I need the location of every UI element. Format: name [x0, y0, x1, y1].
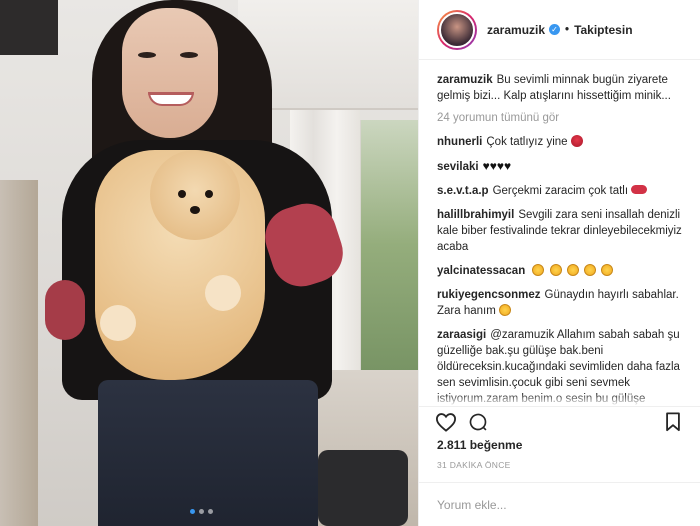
list-item: halillbrahimyil Sevgili zara seni insalla… [437, 207, 682, 255]
side-panel: zaramuzik ✓ • Takiptesin zaramuzik Bu sev… [418, 0, 700, 526]
view-all-comments[interactable]: 24 yorumun tümünü gör [437, 112, 682, 124]
dog-paw [205, 275, 241, 311]
caption-username[interactable]: zaramuzik [437, 74, 493, 86]
comment-username[interactable]: s.e.v.t.a.p [437, 185, 489, 197]
comments-list[interactable]: zaramuzik Bu sevimli minnak bugün ziyaret… [419, 60, 700, 406]
eye-left [138, 52, 156, 58]
window [358, 120, 418, 370]
comment-username[interactable]: sevilaki [437, 161, 479, 173]
lips-icon [631, 185, 648, 194]
add-comment-bar [419, 482, 700, 526]
heart-icon [435, 412, 457, 432]
smile [148, 92, 194, 106]
wink-emoji-icon [499, 304, 512, 316]
follow-status[interactable]: Takiptesin [574, 23, 632, 37]
header-username[interactable]: zaramuzik [487, 23, 545, 37]
list-item: rukiyegencsonmez Günaydın hayırlı sabahla… [437, 287, 682, 319]
comment-username[interactable]: rukiyegencsonmez [437, 289, 541, 301]
likes-count[interactable]: 2.811 beğenme [437, 438, 522, 452]
list-item: sevilaki ♥♥♥♥ [437, 158, 682, 175]
comment-button[interactable] [465, 409, 491, 435]
carousel-dots[interactable] [190, 509, 213, 514]
post-photo[interactable] [0, 0, 418, 526]
verified-icon: ✓ [549, 24, 561, 35]
post-time: 31 DAKİKA ÖNCE [437, 460, 511, 470]
comment-username[interactable]: yalcinatessacan [437, 265, 525, 277]
list-item: s.e.v.t.a.p Gerçekmi zaracim çok tatlı [437, 183, 682, 199]
carousel-dot[interactable] [199, 509, 204, 514]
person-edge [0, 180, 38, 526]
list-item: nhunerli Çok tatlıyız yine [437, 134, 682, 150]
bag [318, 450, 408, 526]
post-header: zaramuzik ✓ • Takiptesin [419, 0, 700, 60]
jeans [98, 380, 318, 526]
dog-nose [190, 206, 200, 214]
carousel-dot-active[interactable] [190, 509, 195, 514]
tv-screen [0, 0, 58, 55]
comment-username[interactable]: halillbrahimyil [437, 209, 514, 221]
action-bar [419, 406, 700, 436]
dog-paw [100, 305, 136, 341]
comment-text: Çok tatlıyız yine [486, 136, 568, 148]
face-emoji-icon [549, 264, 562, 276]
list-item: yalcinatessacan [437, 263, 682, 279]
avatar[interactable] [437, 9, 477, 50]
face-emoji-icon [601, 264, 614, 276]
scroll-fade [419, 394, 700, 406]
sleeve-left [45, 280, 85, 340]
comment-username[interactable]: nhunerli [437, 136, 482, 148]
face-emoji-icon [532, 264, 545, 276]
dog-eye [178, 190, 186, 198]
comment-icon [469, 413, 487, 431]
carousel-dot[interactable] [208, 509, 213, 514]
separator: • [565, 23, 570, 36]
dog-head [150, 150, 240, 240]
comment-username[interactable]: zaraasigi [437, 329, 486, 341]
comment-text: Gerçekmi zaracim çok tatlı [492, 185, 629, 197]
woman-face [122, 8, 218, 138]
save-button[interactable] [660, 409, 686, 435]
face-emoji-icon [566, 264, 579, 276]
bookmark-icon [666, 411, 680, 431]
like-button[interactable] [433, 409, 459, 435]
face-emoji-icon [584, 264, 597, 276]
dog-eye [205, 190, 213, 198]
comment-text: ♥♥♥♥ [482, 159, 512, 173]
eye-right [180, 52, 198, 58]
rose-icon [570, 135, 583, 147]
caption: zaramuzik Bu sevimli minnak bugün ziyaret… [437, 72, 682, 104]
comment-input[interactable] [437, 497, 682, 512]
